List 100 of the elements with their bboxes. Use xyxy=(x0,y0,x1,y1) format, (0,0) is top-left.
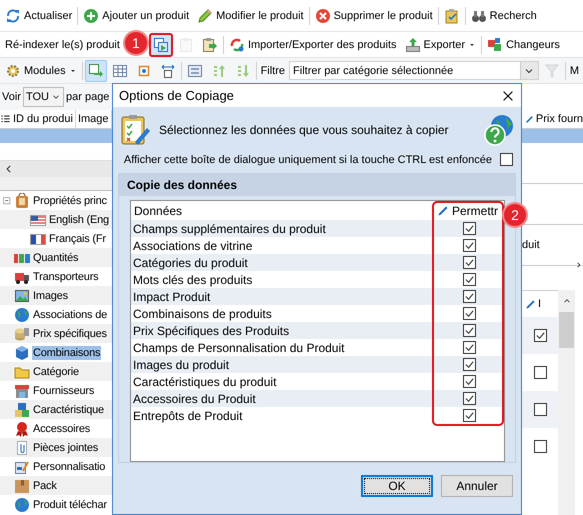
column-header[interactable]: ID du produi xyxy=(11,110,76,128)
row-label: Caractéristiques du produit xyxy=(132,374,278,390)
pencil-icon xyxy=(525,114,534,124)
reindex-button[interactable]: Ré-indexer le(s) produit xyxy=(2,36,123,54)
delete-icon xyxy=(314,8,331,24)
menu-button[interactable]: Exporter xyxy=(402,34,480,56)
row-label: Impact Produit xyxy=(131,288,434,305)
dropdown-button[interactable] xyxy=(520,62,538,79)
toolbar-label: Filtre xyxy=(260,64,286,76)
tree-item[interactable]: Associations de xyxy=(32,308,108,322)
checkbox[interactable] xyxy=(534,329,546,342)
checkbox[interactable] xyxy=(462,290,476,303)
coins-icon xyxy=(14,326,30,342)
tree-item[interactable]: Accessoires xyxy=(32,422,92,436)
column-chooser-icon xyxy=(0,114,11,124)
menu-button[interactable]: Modules xyxy=(2,60,80,82)
resize-icon xyxy=(160,62,176,78)
clipboard-icon xyxy=(444,8,460,24)
page-size-select[interactable]: TOU xyxy=(22,87,64,107)
tree-item[interactable]: Propriétés princ xyxy=(32,194,108,208)
toolbar-button[interactable]: Modifier le produit xyxy=(194,4,307,26)
row-label: Images du produit xyxy=(131,356,434,373)
dialog-button[interactable]: Annuler xyxy=(441,475,513,497)
tree-item[interactable]: Pack xyxy=(32,478,58,492)
paste-icon xyxy=(178,36,194,52)
toolbar-icon-button[interactable] xyxy=(148,32,173,56)
tray-arrow-icon xyxy=(404,36,421,52)
checkbox[interactable] xyxy=(462,273,476,286)
checkbox[interactable] xyxy=(462,358,476,371)
checkbox[interactable] xyxy=(462,239,476,252)
sync-icon xyxy=(228,36,245,52)
filter-dropdown[interactable]: Filtrer par catégorie sélectionnée xyxy=(289,61,539,80)
pencil-icon xyxy=(197,8,214,24)
checkbox[interactable] xyxy=(462,341,476,354)
cubes-icon xyxy=(14,402,30,418)
scrollbar-thumb[interactable] xyxy=(559,312,574,348)
tree-item[interactable]: Personnalisatio xyxy=(32,460,106,474)
tree-item[interactable]: Transporteurs xyxy=(32,270,100,284)
tree-item[interactable]: Produit téléchar xyxy=(32,498,108,512)
checkbox[interactable] xyxy=(462,392,476,405)
pencil-icon xyxy=(437,204,449,216)
close-icon xyxy=(501,88,515,102)
field-label: duit xyxy=(522,239,540,251)
row-label: Champs de Personnalisation du Produit xyxy=(132,340,346,356)
column-header[interactable]: Permettr xyxy=(434,201,504,220)
tree-item[interactable]: Combinaisons xyxy=(32,346,102,360)
tree-item[interactable]: Français (Fr xyxy=(48,232,107,246)
tree-item[interactable]: Fournisseurs xyxy=(32,384,96,398)
copy-icon xyxy=(152,36,169,52)
toolbar-button[interactable]: Ajouter un produit xyxy=(80,4,192,26)
checkbox[interactable] xyxy=(534,366,546,379)
row-label: Accessoires du Produit xyxy=(131,390,434,407)
checkbox[interactable] xyxy=(534,403,546,416)
table-arrow-icon xyxy=(88,62,104,78)
column-header[interactable]: Données xyxy=(131,201,434,220)
pager-label: par page xyxy=(66,91,110,103)
form-pen-icon xyxy=(14,458,30,474)
toolbar-icon-button[interactable] xyxy=(84,60,107,82)
form-icon xyxy=(186,62,203,78)
step-badge: 2 xyxy=(504,204,526,226)
checkbox[interactable] xyxy=(500,153,513,166)
row-label: Champs supplémentaires du produit xyxy=(131,220,434,237)
chevron-right-icon xyxy=(575,260,582,270)
column-header[interactable]: Prix fourn xyxy=(536,113,583,125)
toolbar-button[interactable]: Supprimer le produit xyxy=(312,4,436,26)
row-label: Prix Spécifiques des Produits xyxy=(131,322,434,339)
cubes-icon xyxy=(487,36,504,52)
toolbar-button[interactable]: Actualiser xyxy=(2,4,76,26)
checkbox[interactable] xyxy=(462,307,476,320)
checkbox[interactable] xyxy=(462,324,476,337)
toolbar-button[interactable]: Importer/Exporter des produits xyxy=(226,34,400,56)
plus-icon xyxy=(83,8,100,24)
vertical-scrollbar[interactable] xyxy=(558,290,575,515)
toolbar-button[interactable]: Changeurs xyxy=(484,34,563,56)
dialog-message: Sélectionnez les données que vous souhaitez à copier xyxy=(159,123,450,137)
checkbox[interactable] xyxy=(534,440,546,453)
globe-icon xyxy=(14,306,30,322)
checkbox[interactable] xyxy=(462,375,476,388)
toolbar-button[interactable]: Recherch xyxy=(468,4,540,26)
checkbox[interactable] xyxy=(462,256,476,269)
pencil-icon xyxy=(525,298,536,310)
row-label: Mots clés des produits xyxy=(132,272,254,288)
row-label: Entrepôts de Produit xyxy=(132,408,244,424)
pager-label: Voir xyxy=(2,91,21,103)
column-header[interactable]: I xyxy=(538,298,542,310)
help-icon xyxy=(483,114,515,146)
dialog-button[interactable]: OK xyxy=(361,475,433,497)
filter-icon xyxy=(544,62,560,78)
checkbox[interactable] xyxy=(462,409,476,422)
globe-icon xyxy=(14,496,30,512)
clipboard-arrow-icon xyxy=(202,36,218,52)
section-title: Copie des données xyxy=(119,174,515,196)
ribbon-icon xyxy=(14,420,30,436)
store-icon xyxy=(14,382,30,398)
toolbar-label: M xyxy=(568,64,580,76)
gear-icon xyxy=(5,62,21,78)
row-label: Catégories du produit xyxy=(131,254,434,271)
horizontal-scrollbar[interactable] xyxy=(0,160,112,177)
bag-icon xyxy=(14,192,30,208)
checkbox[interactable] xyxy=(462,222,476,235)
